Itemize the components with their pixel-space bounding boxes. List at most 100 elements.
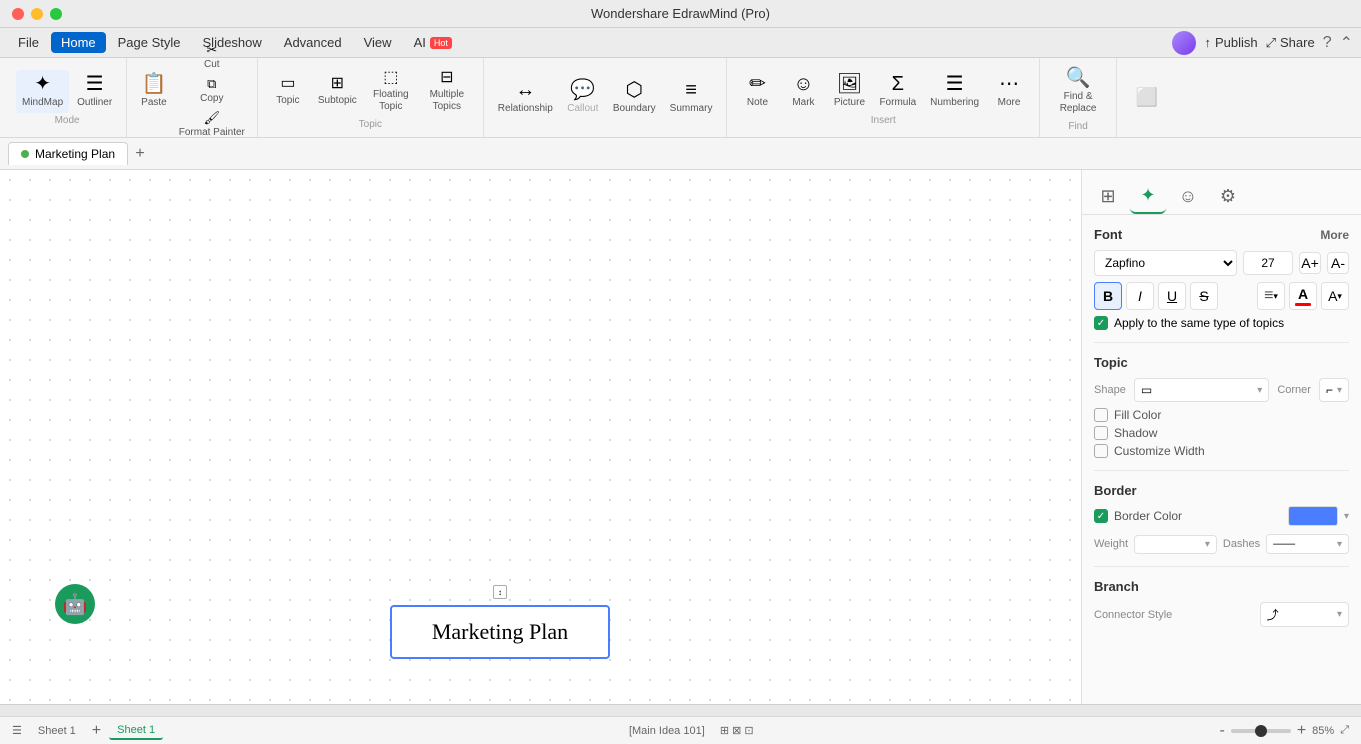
border-color-dropdown-arrow[interactable]: ▾: [1344, 511, 1349, 522]
connector-select[interactable]: ⤴ ▾: [1260, 602, 1349, 627]
topic-button[interactable]: ▭ Topic: [266, 72, 310, 111]
help-button[interactable]: ?: [1323, 34, 1332, 52]
paste-button[interactable]: 📋 Paste: [135, 41, 173, 141]
maximize-button[interactable]: [50, 8, 62, 20]
find-replace-button[interactable]: 🔍 Find & Replace: [1048, 64, 1108, 119]
share-button[interactable]: ⤢ Share: [1266, 35, 1315, 51]
collapse-button[interactable]: ⌃: [1340, 33, 1353, 53]
font-family-select[interactable]: Zapfino: [1094, 250, 1237, 276]
note-button[interactable]: ✏ Note: [735, 70, 779, 113]
note-icon: ✏: [749, 74, 766, 94]
fullscreen-button[interactable]: ⤢: [1340, 724, 1349, 737]
horizontal-scrollbar[interactable]: [0, 704, 1361, 716]
zoom-slider[interactable]: [1231, 729, 1291, 733]
align-icon: ≡: [1264, 287, 1273, 305]
font-color-button[interactable]: A: [1289, 282, 1317, 310]
panel-tab-ai[interactable]: ✦: [1130, 178, 1166, 214]
font-size-input[interactable]: [1243, 251, 1293, 275]
strikethrough-button[interactable]: S: [1190, 282, 1218, 310]
tab-add-button[interactable]: +: [128, 142, 152, 166]
multiple-topics-button[interactable]: ⊟ Multiple Topics: [419, 66, 475, 117]
ai-robot-icon[interactable]: 🤖: [55, 584, 95, 624]
shadow-label: Shadow: [1114, 426, 1349, 440]
subtopic-button[interactable]: ⊞ Subtopic: [312, 72, 363, 111]
zoom-out-button[interactable]: -: [1219, 722, 1224, 740]
summary-button[interactable]: ≡ Summary: [664, 76, 719, 119]
shape-select[interactable]: ▭ ▾: [1134, 378, 1270, 402]
font-size-increase-button[interactable]: A+: [1299, 252, 1321, 274]
collapse-panel-button[interactable]: ⬜: [1125, 83, 1169, 112]
shadow-row: Shadow: [1094, 426, 1349, 440]
topic-icon: ▭: [280, 76, 295, 92]
mark-icon: ☺: [793, 74, 813, 94]
find-replace-icon: 🔍: [1066, 68, 1091, 88]
panel-tab-settings[interactable]: ⚙: [1210, 178, 1246, 214]
italic-button[interactable]: I: [1126, 282, 1154, 310]
floating-topic-button[interactable]: ⬚ Floating Topic: [365, 66, 417, 117]
customize-width-checkbox[interactable]: [1094, 444, 1108, 458]
font-more-button[interactable]: More: [1320, 228, 1349, 242]
menu-view[interactable]: View: [354, 32, 402, 53]
node-handle[interactable]: ↕: [493, 585, 507, 599]
divider-2: [1094, 470, 1349, 471]
customize-width-label: Customize Width: [1114, 444, 1349, 458]
bold-button[interactable]: B: [1094, 282, 1122, 310]
callout-button[interactable]: 💬 Callout: [561, 76, 605, 119]
mindmap-node[interactable]: ↕ Marketing Plan: [390, 605, 610, 659]
highlight-color-button[interactable]: A ▾: [1321, 282, 1349, 310]
mindmap-button[interactable]: ✦ MindMap: [16, 70, 69, 113]
menu-ai[interactable]: AI Hot: [404, 32, 462, 53]
menu-advanced[interactable]: Advanced: [274, 32, 352, 53]
zoom-in-button[interactable]: +: [1297, 722, 1306, 740]
align-button[interactable]: ≡ ▾: [1257, 282, 1285, 310]
minimize-button[interactable]: [31, 8, 43, 20]
font-size-decrease-button[interactable]: A-: [1327, 252, 1349, 274]
apply-same-checkbox[interactable]: ✓: [1094, 316, 1108, 330]
node-box[interactable]: Marketing Plan: [390, 605, 610, 659]
add-sheet-button[interactable]: +: [92, 722, 101, 740]
mark-button[interactable]: ☺ Mark: [781, 70, 825, 113]
statusbar-center: [Main Idea 101] ⊞ ⊠ ⊡: [179, 724, 1203, 737]
more-button[interactable]: ⋯ More: [987, 70, 1031, 113]
sheet-1-tab[interactable]: Sheet 1: [109, 722, 163, 740]
border-color-swatch[interactable]: [1288, 506, 1338, 526]
apply-same-label: Apply to the same type of topics: [1114, 316, 1284, 330]
shadow-checkbox[interactable]: [1094, 426, 1108, 440]
numbering-button[interactable]: ☰ Numbering: [924, 70, 985, 113]
toolbar-clipboard-group: 📋 Paste ✂ Cut ⧉ Copy 🖌 Format Painter: [127, 58, 258, 137]
panel-tab-style[interactable]: ⊞: [1090, 178, 1126, 214]
status-text: [Main Idea 101]: [629, 725, 705, 737]
cut-button[interactable]: ✂ Cut: [175, 41, 249, 73]
formula-button[interactable]: Σ Formula: [873, 70, 922, 113]
dashes-select[interactable]: —— ▾: [1266, 534, 1349, 554]
canvas[interactable]: ↕ Marketing Plan 🤖: [0, 170, 1081, 704]
toolbar-mode-group: ✦ MindMap ☰ Outliner Mode: [8, 58, 127, 137]
avatar[interactable]: [1172, 31, 1196, 55]
format-painter-button[interactable]: 🖌 Format Painter: [175, 109, 249, 141]
close-button[interactable]: [12, 8, 24, 20]
font-section-title: Font More: [1094, 227, 1349, 242]
picture-icon: 🖼: [837, 74, 862, 94]
relationship-button[interactable]: ↔ Relationship: [492, 76, 559, 119]
fill-color-checkbox[interactable]: [1094, 408, 1108, 422]
main-area: ↕ Marketing Plan 🤖 ⊞ ✦ ☺ ⚙: [0, 170, 1361, 704]
weight-select[interactable]: ▾: [1134, 535, 1217, 554]
fill-color-label: Fill Color: [1114, 408, 1349, 422]
corner-select[interactable]: ⌐ ▾: [1319, 378, 1349, 402]
picture-button[interactable]: 🖼 Picture: [827, 70, 871, 113]
copy-button[interactable]: ⧉ Copy: [175, 75, 249, 107]
tab-marketing-plan[interactable]: Marketing Plan: [8, 142, 128, 165]
publish-button[interactable]: ↑ Publish: [1204, 35, 1257, 50]
menu-file[interactable]: File: [8, 32, 49, 53]
tab-dot: [21, 150, 29, 158]
scissors-icon: ✂: [206, 43, 217, 56]
panel-tab-emoji[interactable]: ☺: [1170, 178, 1206, 214]
menu-home[interactable]: Home: [51, 32, 106, 53]
outliner-button[interactable]: ☰ Outliner: [71, 70, 118, 113]
sidebar-toggle-icon[interactable]: ☰: [12, 724, 22, 737]
boundary-button[interactable]: ⬡ Boundary: [607, 76, 662, 119]
mindmap-icon: ✦: [34, 74, 51, 94]
underline-button[interactable]: U: [1158, 282, 1186, 310]
border-color-checkbox[interactable]: ✓: [1094, 509, 1108, 523]
border-color-label: Border Color: [1114, 509, 1282, 523]
